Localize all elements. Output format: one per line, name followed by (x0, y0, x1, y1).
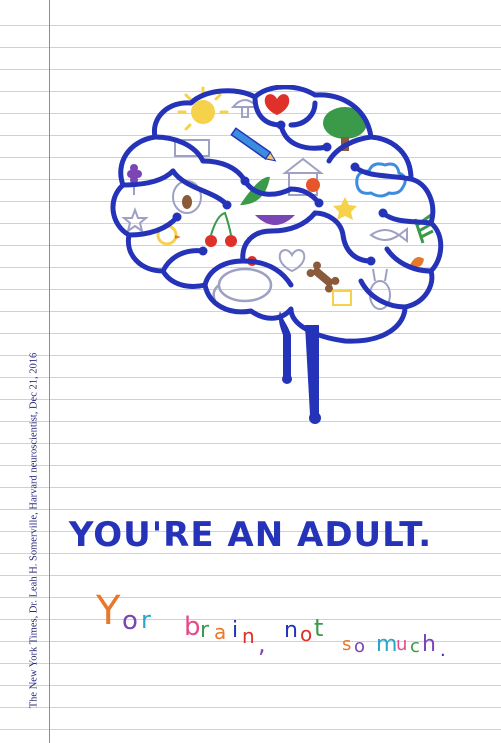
fish-icon (369, 227, 408, 243)
pencil-icon (230, 127, 277, 162)
flower-icon (127, 164, 142, 195)
bowl-icon (255, 215, 295, 225)
tagline-letter: s (342, 634, 352, 655)
margin-line (49, 0, 50, 743)
star-icon (121, 207, 149, 234)
apple-icon (306, 178, 320, 192)
tagline-letter: a (214, 620, 227, 644)
bone-icon (306, 261, 340, 293)
heart-icon (264, 94, 290, 115)
tagline-letter: b (184, 612, 201, 642)
cherry-icon (205, 211, 237, 247)
yellow-star-icon (333, 197, 357, 220)
cloud-icon (355, 162, 407, 198)
headline: YOU'RE AN ADULT. (68, 515, 433, 555)
tagline-letter: o (122, 606, 138, 636)
tagline-letter: Y (96, 588, 121, 634)
tagline-letter: o (300, 622, 313, 646)
tagline-letter: i (232, 618, 239, 643)
heart-gray-icon (278, 249, 306, 273)
tagline: Yorbrain,notsomuch. (96, 588, 456, 668)
tagline-letter: c (410, 636, 420, 657)
tagline-letter: u (396, 634, 408, 655)
tagline-letter: . (440, 640, 446, 661)
brain-illustration (110, 85, 444, 424)
tagline-letter: n (284, 618, 298, 643)
tagline-letter: t (314, 614, 324, 642)
yellow-shape-icon (332, 290, 352, 306)
tagline-letter: r (200, 618, 210, 643)
tagline-letter: , (258, 630, 266, 658)
tagline-letter: r (141, 606, 151, 634)
tagline-letter: m (376, 632, 398, 657)
brain-outline (110, 85, 444, 344)
doodles (121, 86, 434, 310)
tagline-letter: h (422, 632, 436, 657)
tagline-letter: n (242, 624, 255, 648)
tagline-letter: o (354, 636, 366, 657)
